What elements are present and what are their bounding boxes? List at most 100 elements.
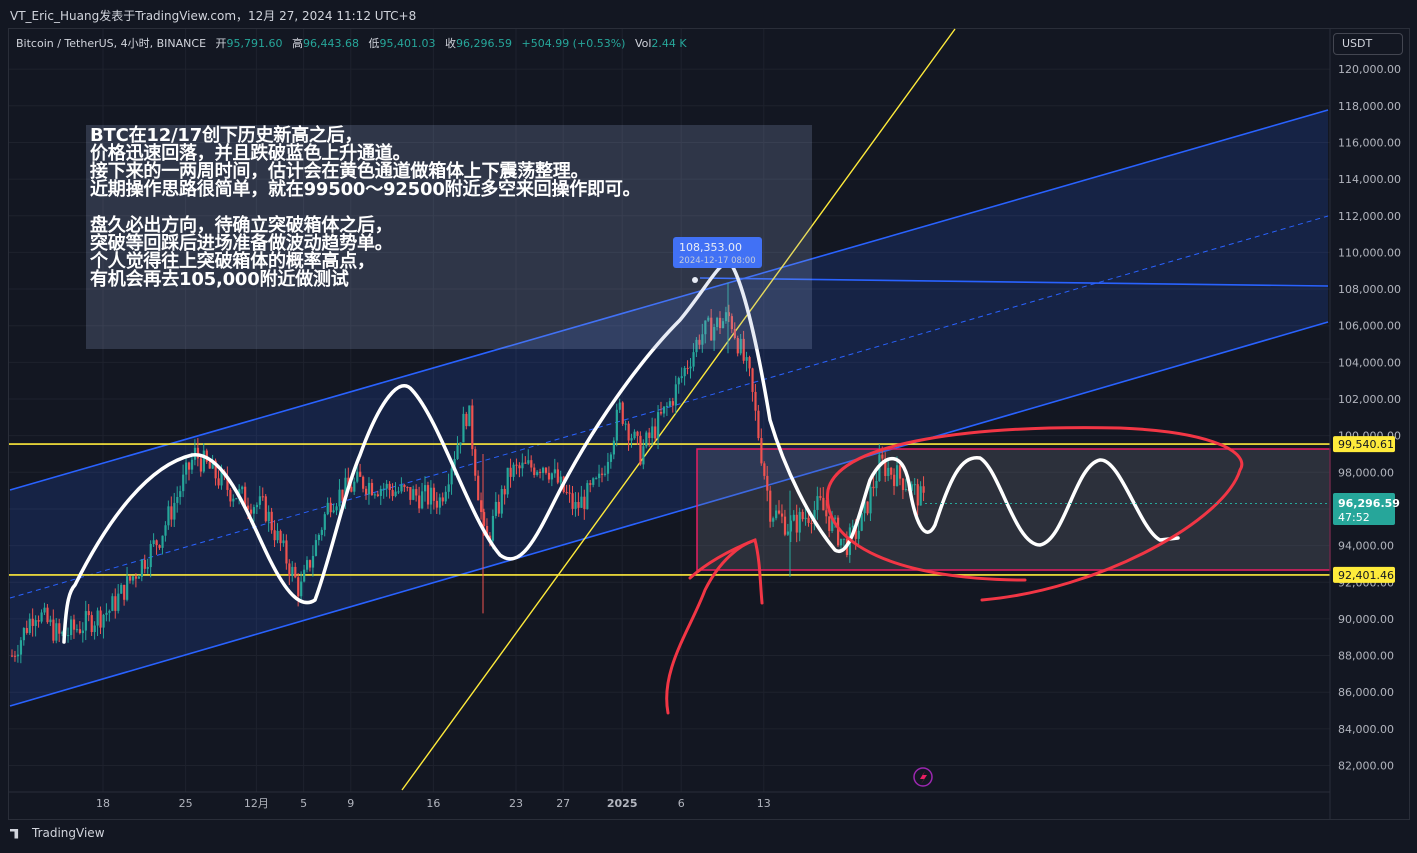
y-tick-label: 90,000.00 <box>1338 613 1394 626</box>
candle-body <box>317 534 320 541</box>
open-label: 开 <box>215 37 227 50</box>
candle-body <box>819 496 822 498</box>
candle-body <box>660 412 663 414</box>
candle-body <box>365 488 368 495</box>
candle-body <box>90 615 93 633</box>
candle-body <box>842 538 846 540</box>
candle-body <box>188 462 191 470</box>
candle-body <box>547 472 551 480</box>
candle-body <box>267 511 270 522</box>
candle-body <box>530 460 533 468</box>
candle-body <box>459 442 462 446</box>
candle-body <box>43 607 46 613</box>
candle-body <box>657 412 660 439</box>
candle-body <box>683 367 686 377</box>
x-tick-label: 27 <box>556 797 570 810</box>
candle-body <box>574 501 577 509</box>
candle-body <box>592 478 595 485</box>
candle-body <box>252 507 256 514</box>
candle-body <box>583 496 586 510</box>
resistance-price-label: 99,540.61 <box>1338 438 1394 451</box>
candle-body <box>654 426 657 439</box>
candle-body <box>415 489 418 496</box>
candle-body <box>202 450 205 472</box>
candle-body <box>689 366 692 369</box>
candle-body <box>615 409 618 441</box>
candle-body <box>612 440 615 455</box>
y-tick-label: 104,000.00 <box>1338 356 1401 369</box>
candle-body <box>105 612 108 615</box>
x-tick-label: 5 <box>300 797 307 810</box>
candle-body <box>769 490 772 522</box>
annotation-box: BTC在12/17创下历史新高之后， 价格迅速回落，并且跌破蓝色上升通道。 接下来的… <box>86 125 812 349</box>
candle-body <box>839 538 843 546</box>
candle-body <box>356 471 359 482</box>
candle-body <box>665 405 669 407</box>
candle-body <box>447 484 450 492</box>
candle-body <box>16 654 20 657</box>
x-tick-label: 6 <box>678 797 685 810</box>
candle-body <box>40 612 43 622</box>
candle-body <box>161 535 164 548</box>
candle-body <box>120 584 123 594</box>
candle-body <box>308 560 312 568</box>
candle-body <box>143 559 146 569</box>
candle-body <box>379 489 382 496</box>
candle-body <box>34 620 37 626</box>
candle-body <box>515 464 518 466</box>
symbol-label: Bitcoin / TetherUS, 4小时, BINANCE <box>16 37 207 50</box>
candle-body <box>904 488 908 491</box>
candle-body <box>412 489 415 500</box>
candle-body <box>326 502 329 515</box>
x-tick-label: 2025 <box>607 797 638 810</box>
candle-body <box>421 491 424 509</box>
candle-body <box>235 498 238 500</box>
candle-body <box>916 484 919 506</box>
candle-body <box>671 401 674 406</box>
candle-body <box>258 496 261 505</box>
candle-body <box>388 483 391 490</box>
candle-body <box>435 500 438 508</box>
candle-body <box>810 522 813 524</box>
candle-body <box>255 504 259 508</box>
candle-body <box>190 459 194 470</box>
candle-body <box>686 367 689 369</box>
candle-body <box>668 401 672 406</box>
candle-body <box>152 540 155 545</box>
x-tick-label: 12月 <box>244 797 269 810</box>
candle-body <box>509 467 512 477</box>
high-value: 96,443.68 <box>303 37 360 50</box>
candle-body <box>391 489 394 497</box>
candle-body <box>857 530 860 539</box>
candle-body <box>754 391 757 411</box>
candle-body <box>99 610 102 628</box>
countdown-label: 47:52 <box>1338 511 1370 524</box>
y-tick-label: 86,000.00 <box>1338 686 1394 699</box>
candle-body <box>521 462 524 469</box>
candle-body <box>353 481 356 492</box>
candle-body <box>503 489 506 495</box>
candle-body <box>491 515 495 541</box>
footer-brand-text: TradingView <box>32 826 105 840</box>
candle-body <box>913 484 916 486</box>
candle-body <box>276 530 279 541</box>
candle-body <box>273 530 276 541</box>
vol-value: 2.44 K <box>651 37 687 50</box>
candle-body <box>589 483 592 485</box>
candle-body <box>627 423 630 441</box>
x-tick-label: 16 <box>426 797 440 810</box>
candle-body <box>426 485 430 505</box>
candle-body <box>780 513 784 517</box>
candle-body <box>117 593 120 611</box>
candle-body <box>52 619 55 641</box>
candle-body <box>751 368 754 392</box>
candle-body <box>58 623 61 634</box>
candle-body <box>825 510 828 517</box>
candle-body <box>131 576 135 581</box>
candle-body <box>601 473 604 475</box>
candle-body <box>370 482 374 496</box>
candle-body <box>176 496 179 503</box>
currency-selector[interactable]: USDT <box>1333 33 1403 55</box>
candle-body <box>533 467 536 475</box>
open-value: 95,791.60 <box>226 37 283 50</box>
